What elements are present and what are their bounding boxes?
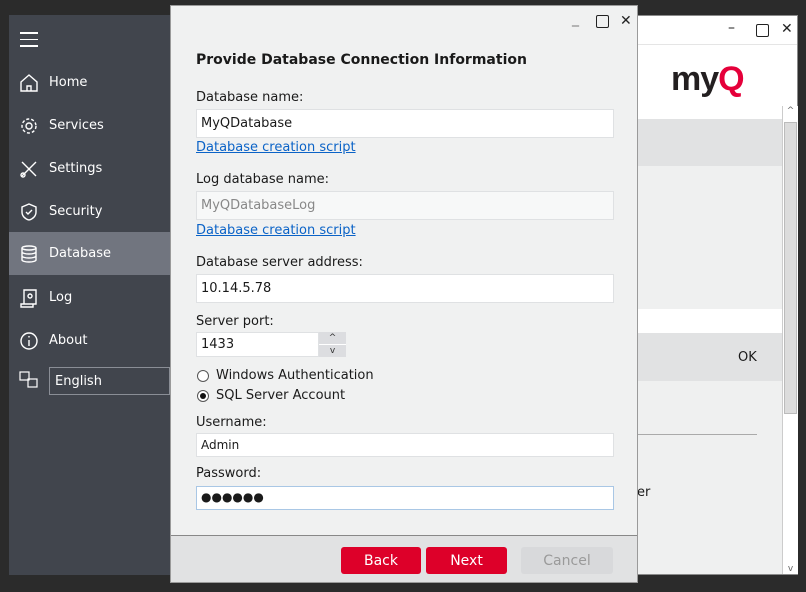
log-scroll-icon: [20, 288, 37, 308]
tools-icon: [20, 161, 37, 178]
stepper-down[interactable]: v: [319, 344, 346, 357]
log-db-label: Log database name:: [196, 172, 330, 187]
db-creation-script-link[interactable]: Database creation script: [196, 140, 356, 155]
maximize-button[interactable]: [596, 15, 609, 28]
minimize-button[interactable]: _: [572, 11, 579, 27]
hamburger-menu-icon[interactable]: [20, 32, 38, 47]
gear-icon: [21, 117, 37, 134]
close-button[interactable]: ✕: [620, 13, 632, 29]
close-button[interactable]: ✕: [781, 21, 793, 37]
partial-text: er: [637, 485, 651, 500]
log-db-input[interactable]: MyQDatabaseLog: [196, 191, 614, 220]
next-button[interactable]: Next: [426, 547, 507, 574]
port-stepper[interactable]: ^ v: [319, 332, 346, 357]
sql-account-radio[interactable]: SQL Server Account: [197, 388, 345, 403]
language-select[interactable]: English: [49, 367, 170, 395]
sidebar-item-settings[interactable]: Settings: [9, 147, 170, 190]
port-label: Server port:: [196, 314, 274, 329]
db-name-input[interactable]: MyQDatabase: [196, 109, 614, 138]
password-label: Password:: [196, 466, 262, 481]
myq-logo: myQ: [671, 60, 745, 98]
home-icon: [20, 73, 38, 92]
username-label: Username:: [196, 415, 267, 430]
info-icon: [20, 331, 38, 350]
scrollbar-thumb[interactable]: [784, 122, 797, 414]
port-input[interactable]: 1433: [196, 332, 319, 357]
language-icon: [19, 371, 38, 388]
database-dialog: _ ✕ Provide Database Connection Informat…: [170, 5, 638, 583]
cancel-button[interactable]: Cancel: [521, 547, 613, 574]
server-address-label: Database server address:: [196, 255, 363, 270]
log-db-creation-script-link[interactable]: Database creation script: [196, 223, 356, 238]
windows-auth-radio[interactable]: Windows Authentication: [197, 368, 374, 383]
sidebar-item-security[interactable]: Security: [9, 190, 170, 233]
dialog-title: Provide Database Connection Information: [196, 52, 527, 68]
back-button[interactable]: Back: [341, 547, 421, 574]
maximize-button[interactable]: [756, 24, 769, 37]
ok-text: OK: [738, 350, 757, 365]
sidebar-item-home[interactable]: Home: [9, 61, 170, 104]
sidebar: Home Services Settings Security Database…: [9, 15, 170, 575]
sidebar-item-services[interactable]: Services: [9, 104, 170, 147]
sidebar-item-database[interactable]: Database: [9, 232, 170, 275]
shield-icon: [21, 202, 37, 221]
db-name-label: Database name:: [196, 90, 304, 105]
username-input[interactable]: Admin: [196, 433, 614, 457]
scrollbar[interactable]: ^ v: [782, 106, 798, 574]
server-address-input[interactable]: 10.14.5.78: [196, 274, 614, 303]
minimize-button[interactable]: –: [728, 20, 735, 36]
database-icon: [21, 244, 37, 263]
password-input[interactable]: ●●●●●●: [196, 486, 614, 510]
sidebar-item-about[interactable]: About: [9, 319, 170, 362]
stepper-up[interactable]: ^: [319, 332, 346, 344]
sidebar-item-log[interactable]: Log: [9, 276, 170, 319]
